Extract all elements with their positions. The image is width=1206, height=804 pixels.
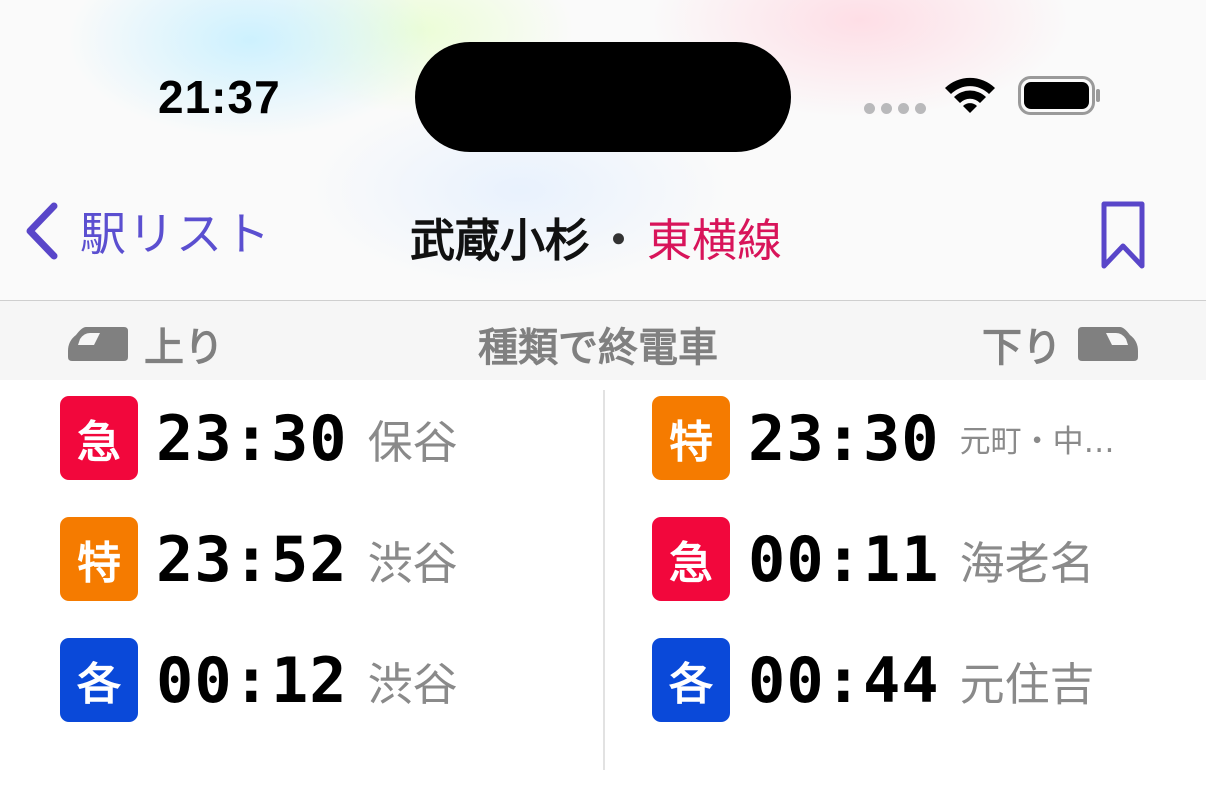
departure-time: 23:52: [156, 522, 348, 596]
departure-time: 00:12: [156, 643, 348, 717]
train-row[interactable]: 特 23:52 渋谷: [60, 517, 458, 601]
destination: 元町・中…: [959, 423, 1115, 460]
direction-up[interactable]: 上り: [66, 315, 224, 373]
train-type-badge: 各: [60, 638, 138, 722]
train-type-badge: 各: [652, 638, 730, 722]
direction-down[interactable]: 下り: [982, 315, 1140, 373]
up-label: 上り: [144, 325, 224, 371]
line-name: 東横線: [647, 214, 783, 267]
station-name: 武蔵小杉: [410, 214, 591, 267]
destination: 保谷: [367, 415, 458, 469]
train-left-icon: [68, 327, 128, 361]
wifi-icon: [945, 77, 995, 113]
column-divider: [603, 390, 605, 770]
down-label: 下り: [982, 325, 1062, 371]
destination: 海老名: [959, 536, 1095, 590]
train-type-badge: 急: [60, 396, 138, 480]
chevron-left-icon: [26, 202, 58, 260]
train-row[interactable]: 特 23:30 元町・中…: [652, 396, 1115, 480]
segment-title: 種類で終電車: [478, 325, 718, 371]
train-type-badge: 特: [60, 517, 138, 601]
train-type-badge: 特: [652, 396, 730, 480]
battery-icon: [1018, 76, 1100, 115]
status-time: 21:37: [158, 71, 281, 123]
destination: 渋谷: [367, 657, 458, 711]
train-right-icon: [1078, 327, 1138, 361]
departure-time: 23:30: [748, 401, 940, 475]
title-separator: ・: [596, 214, 642, 267]
departure-time: 00:44: [748, 643, 940, 717]
dynamic-island: [415, 42, 791, 152]
back-label: 駅リスト: [80, 207, 272, 261]
destination: 元住吉: [959, 657, 1095, 711]
departure-time: 23:30: [156, 401, 348, 475]
departure-time: 00:11: [748, 522, 940, 596]
train-type-badge: 急: [652, 517, 730, 601]
train-row[interactable]: 急 23:30 保谷: [60, 396, 458, 480]
train-row[interactable]: 各 00:44 元住吉: [652, 638, 1095, 722]
bookmark-icon[interactable]: [1100, 200, 1146, 270]
cellular-signal-icon: [864, 103, 926, 114]
back-button[interactable]: 駅リスト: [22, 198, 272, 264]
destination: 渋谷: [367, 536, 458, 590]
train-row[interactable]: 各 00:12 渋谷: [60, 638, 458, 722]
train-row[interactable]: 急 00:11 海老名: [652, 517, 1095, 601]
direction-segment-bar: 上り 種類で終電車 下り: [0, 300, 1206, 380]
page-title: 武蔵小杉・東横線: [410, 204, 782, 269]
